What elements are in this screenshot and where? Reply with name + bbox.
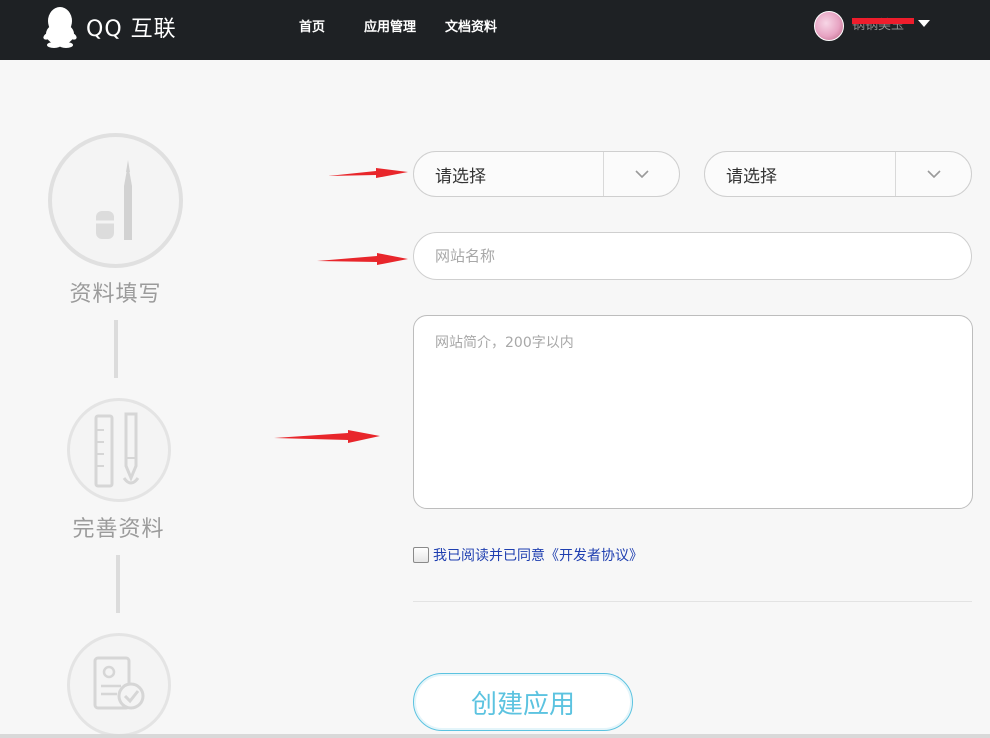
site-name-input[interactable] [413,232,972,280]
top-navigation-bar: QQ 互联 首页 应用管理 文档资料 锅锅美玉 [0,0,990,60]
step-connector [116,555,120,613]
divider [413,601,972,602]
category-select-2[interactable]: 请选择 [704,151,972,197]
step-2-circle [67,398,171,502]
select-2-value: 请选择 [726,166,777,187]
category-select-1[interactable]: 请选择 [413,151,680,197]
chevron-down-icon [603,152,679,196]
username[interactable]: 锅锅美玉 [852,14,914,34]
agreement-checkbox[interactable] [413,547,429,563]
agreement-row: 我已阅读并已同意《开发者协议》 [413,545,643,565]
site-description-textarea[interactable] [413,315,973,509]
step-connector [114,320,118,378]
nav-home[interactable]: 首页 [299,16,325,35]
nav-app-management[interactable]: 应用管理 [364,16,416,35]
step-1-label: 资料填写 [69,282,162,307]
redaction-mark [852,18,914,24]
penguin-icon [43,7,77,48]
nav-documentation[interactable]: 文档资料 [445,16,497,35]
developer-agreement-link[interactable]: 我已阅读并已同意《开发者协议》 [433,545,643,565]
step-2-label: 完善资料 [72,517,165,542]
user-avatar[interactable] [814,11,844,41]
annotation-arrow-1 [328,168,408,178]
ruler-and-pencil-icon [94,412,140,488]
select-1-value: 请选择 [435,166,486,187]
pen-icon [95,159,132,240]
user-menu-caret-icon[interactable] [918,20,930,27]
brand-name: QQ 互联 [86,17,177,42]
chevron-down-icon [895,152,971,196]
annotation-arrow-2 [317,253,408,265]
bottom-border [0,734,990,738]
document-check-icon [93,656,145,710]
step-3-circle [67,633,171,737]
annotation-arrow-3 [274,430,380,443]
create-app-button[interactable]: 创建应用 [413,673,633,731]
step-1-circle [48,133,183,268]
qq-logo[interactable]: QQ 互联 [42,6,177,48]
